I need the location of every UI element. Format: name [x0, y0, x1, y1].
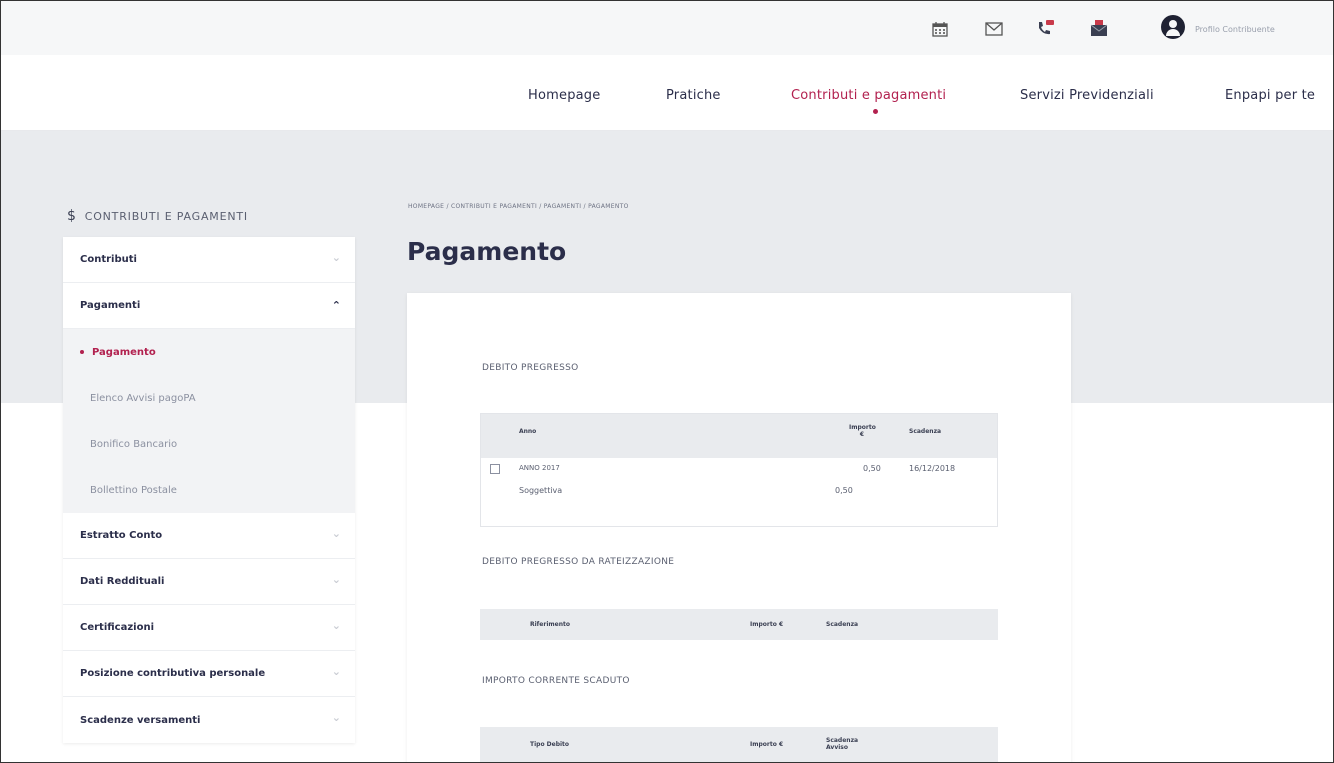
chevron-down-icon: ⌄	[331, 527, 341, 540]
nav-pratiche[interactable]: Pratiche	[666, 88, 721, 103]
chevron-down-icon: ⌄	[331, 619, 341, 632]
sidebar-title: $ CONTRIBUTI E PAGAMENTI	[67, 208, 248, 224]
sidebar-item-label: Pagamenti	[80, 300, 141, 311]
dollar-icon: $	[67, 208, 77, 224]
user-avatar-icon[interactable]	[1161, 15, 1185, 39]
sidebar-item-scadenze[interactable]: Scadenze versamenti ⌄	[63, 697, 355, 743]
sidebar-subitem-pagamento[interactable]: Pagamento	[63, 329, 355, 375]
sidebar-subitem-bonifico[interactable]: Bonifico Bancario	[63, 421, 355, 467]
payment-card: DEBITO PREGRESSO Anno Importo € Scadenza…	[407, 293, 1071, 762]
chevron-down-icon: ⌄	[331, 573, 341, 586]
col-importo: Importo €	[750, 621, 784, 628]
nav-contributi-pagamenti[interactable]: Contributi e pagamenti	[791, 88, 946, 103]
app-frame: Profilo Contribuente Homepage Pratiche C…	[0, 0, 1334, 763]
chevron-down-icon: ⌄	[331, 251, 341, 264]
sidebar-item-estratto-conto[interactable]: Estratto Conto ⌄	[63, 513, 355, 559]
col-scadenza-avviso: Scadenza Avviso	[826, 737, 859, 751]
utility-bar: Profilo Contribuente	[1, 1, 1333, 55]
active-nav-indicator	[873, 109, 878, 114]
sidebar-item-contributi[interactable]: Contributi ⌄	[63, 237, 355, 283]
cell-subrow-importo: 0,50	[835, 486, 853, 495]
sidebar-item-label: Contributi	[80, 254, 137, 265]
section-title-debito-pregresso: DEBITO PREGRESSO	[482, 363, 579, 373]
breadcrumb[interactable]: HOMEPAGE / CONTRIBUTI E PAGAMENTI / PAGA…	[408, 203, 629, 210]
sidebar-subitem-elenco-avvisi[interactable]: Elenco Avvisi pagoPA	[63, 375, 355, 421]
chevron-down-icon: ⌄	[331, 665, 341, 678]
nav-enpapi-per-te[interactable]: Enpapi per te	[1225, 88, 1315, 103]
inbox-icon[interactable]	[1088, 19, 1110, 39]
sidebar-item-certificazioni[interactable]: Certificazioni ⌄	[63, 605, 355, 651]
table-row: ANNO 2017 0,50 16/12/2018	[481, 458, 997, 480]
importo-scaduto-table: Tipo Debito Importo € Scadenza Avviso	[480, 727, 998, 762]
debito-pregresso-table: Anno Importo € Scadenza ANNO 2017 0,50 1…	[480, 413, 998, 527]
sidebar-item-label: Scadenze versamenti	[80, 714, 201, 726]
chevron-down-icon: ⌄	[331, 711, 341, 724]
chevron-up-icon: ⌃	[331, 299, 341, 312]
cell-subrow-label: Soggettiva	[519, 486, 563, 495]
col-anno: Anno	[519, 428, 537, 435]
row-checkbox[interactable]	[490, 464, 500, 474]
col-importo: Importo €	[849, 424, 876, 438]
nav-servizi-previdenziali[interactable]: Servizi Previdenziali	[1020, 88, 1154, 103]
sidebar-menu: Contributi ⌄ Pagamenti ⌃ Pagamento Elenco …	[63, 237, 355, 743]
col-scadenza: Scadenza	[826, 621, 859, 628]
sidebar-subitem-bollettino[interactable]: Bollettino Postale	[63, 467, 355, 513]
sidebar-item-label: Estratto Conto	[80, 530, 163, 541]
sidebar-item-pagamenti[interactable]: Pagamenti ⌃	[63, 283, 355, 329]
table-header: Tipo Debito Importo € Scadenza Avviso	[480, 727, 998, 762]
col-riferimento: Riferimento	[530, 621, 570, 628]
table-subrow: Soggettiva 0,50	[481, 480, 997, 502]
mail-icon[interactable]	[983, 19, 1005, 39]
table-header: Riferimento Importo € Scadenza	[480, 609, 998, 640]
col-importo: Importo €	[750, 741, 784, 748]
rateizzazione-table: Riferimento Importo € Scadenza	[480, 609, 998, 640]
phone-icon[interactable]	[1034, 19, 1056, 39]
cell-importo: 0,50	[863, 464, 881, 473]
user-name[interactable]: Profilo Contribuente	[1195, 25, 1275, 34]
table-header: Anno Importo € Scadenza	[481, 414, 997, 458]
page-title: Pagamento	[407, 237, 567, 266]
nav-homepage[interactable]: Homepage	[528, 88, 600, 103]
sidebar-item-label: Posizione contributiva personale	[80, 668, 266, 679]
sidebar-item-label: Dati Reddituali	[80, 576, 165, 587]
section-title-rateizzazione: DEBITO PREGRESSO DA RATEIZZAZIONE	[482, 557, 675, 567]
section-title-importo-scaduto: IMPORTO CORRENTE SCADUTO	[482, 676, 630, 686]
main-nav: Homepage Pratiche Contributi e pagamenti…	[1, 55, 1333, 131]
col-scadenza: Scadenza	[909, 428, 942, 435]
cell-scadenza: 16/12/2018	[909, 464, 956, 473]
sidebar-item-label: Certificazioni	[80, 622, 155, 633]
sidebar-item-posizione[interactable]: Posizione contributiva personale ⌄	[63, 651, 355, 697]
sidebar-item-dati-reddituali[interactable]: Dati Reddituali ⌄	[63, 559, 355, 605]
cell-anno: ANNO 2017	[519, 464, 560, 472]
calendar-icon[interactable]	[929, 19, 951, 39]
sidebar-title-label: CONTRIBUTI E PAGAMENTI	[84, 210, 248, 223]
col-tipo-debito: Tipo Debito	[530, 741, 570, 748]
